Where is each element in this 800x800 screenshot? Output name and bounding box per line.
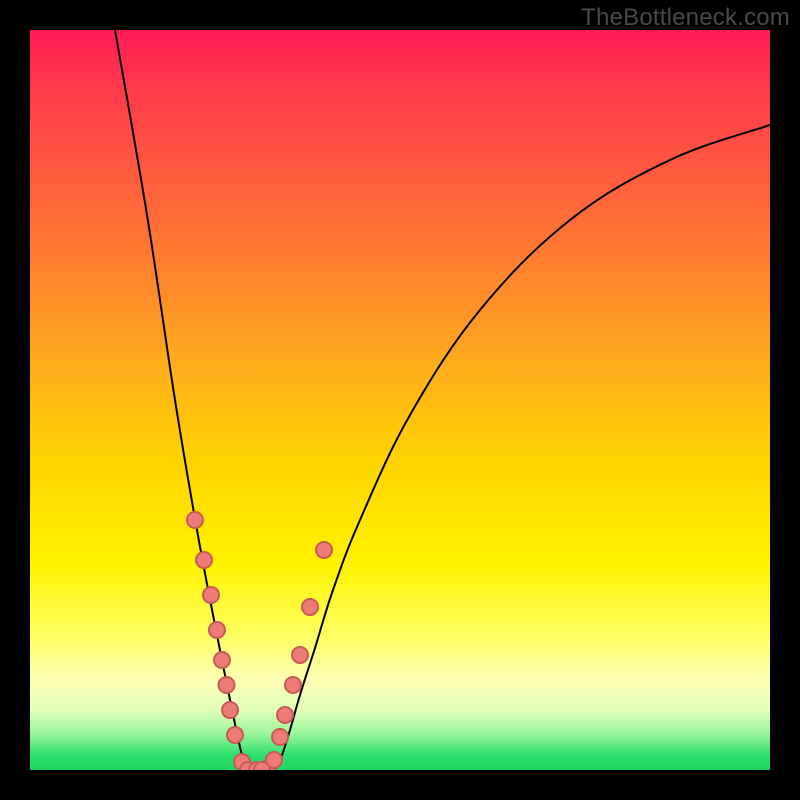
chart-frame: TheBottleneck.com (0, 0, 800, 800)
data-point (187, 512, 203, 528)
plot-area (30, 30, 770, 770)
data-point (254, 762, 270, 770)
data-point (219, 677, 235, 693)
data-point (272, 729, 288, 745)
data-point (277, 707, 293, 723)
data-point (302, 599, 318, 615)
data-point (292, 647, 308, 663)
data-point (285, 677, 301, 693)
curve-right (275, 125, 770, 770)
data-point (214, 652, 230, 668)
data-point (316, 542, 332, 558)
data-point (196, 552, 212, 568)
data-point (222, 702, 238, 718)
watermark-text: TheBottleneck.com (581, 4, 790, 32)
dots-right (260, 542, 332, 770)
dots-bottom (240, 762, 270, 770)
data-point (203, 587, 219, 603)
data-point (227, 727, 243, 743)
data-point (209, 622, 225, 638)
chart-svg (30, 30, 770, 770)
